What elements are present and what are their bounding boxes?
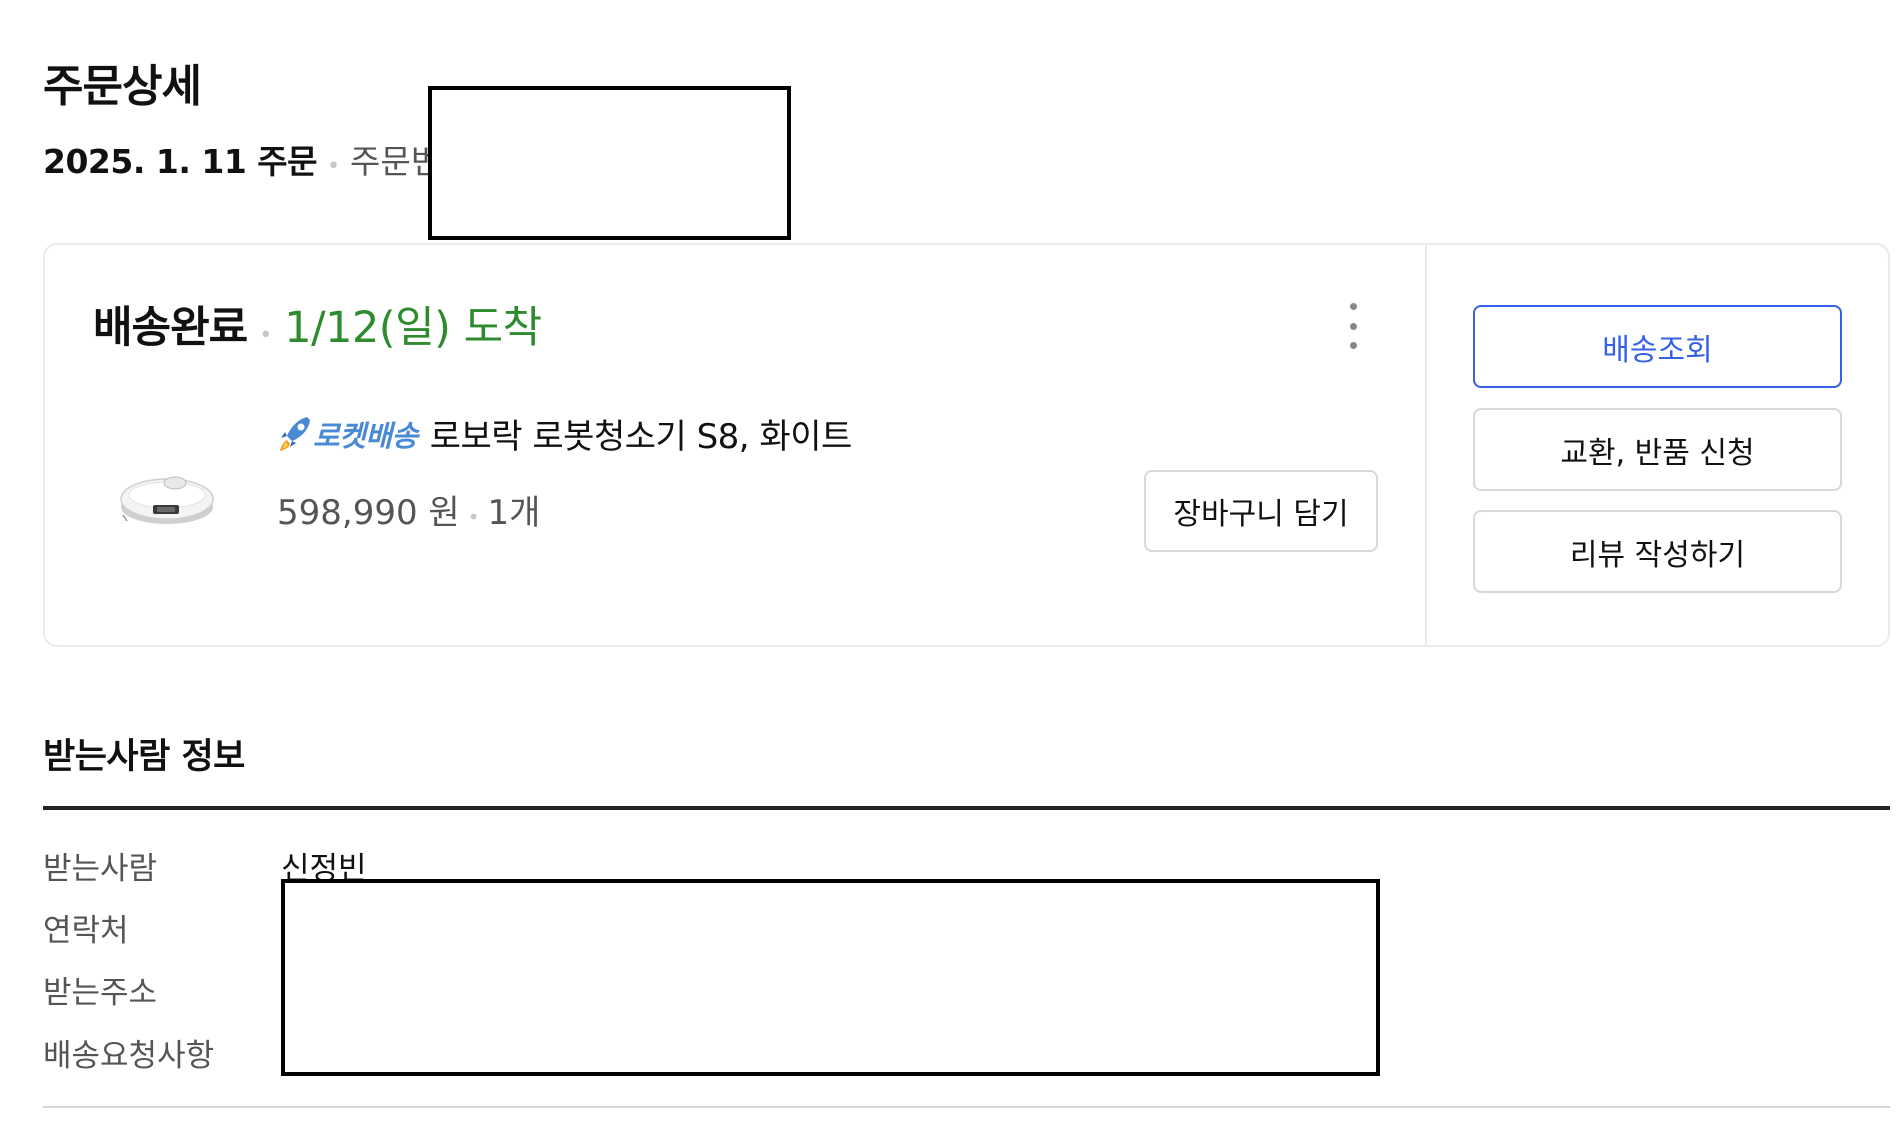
section-divider	[43, 806, 1890, 810]
exchange-return-button[interactable]: 교환, 반품 신청	[1473, 408, 1842, 491]
recipient-name-label: 받는사람	[43, 851, 158, 887]
delivery-request-label: 배송요청사항	[43, 1038, 215, 1074]
product-price-line: 598,990 원 • 1개	[277, 485, 540, 534]
recipient-phone-row: 연락처	[43, 905, 281, 950]
product-thumbnail[interactable]	[117, 455, 217, 535]
more-dot	[1349, 342, 1357, 349]
arrival-date: 1/12(일) 도착	[284, 303, 542, 353]
redacted-order-number	[428, 86, 791, 240]
rocket-delivery-label: 로켓배송	[313, 418, 418, 453]
recipient-section-title: 받는사람 정보	[43, 737, 245, 777]
more-dot	[1349, 322, 1357, 330]
delivery-status: 배송완료	[93, 303, 248, 353]
product-price: 598,990 원	[277, 493, 460, 533]
write-review-button[interactable]: 리뷰 작성하기	[1473, 510, 1842, 593]
recipient-address-label: 받는주소	[43, 975, 158, 1011]
delivery-request-row: 배송요청사항	[43, 1030, 281, 1075]
order-detail-page: 주문상세 2025. 1. 11 주문 • 주문번호 배송완료 • 1/12(일…	[0, 0, 1902, 1132]
product-quantity: 1개	[487, 493, 541, 533]
product-name[interactable]: 로보락 로봇청소기 S8, 화이트	[430, 409, 853, 458]
recipient-phone-label: 연락처	[43, 913, 129, 949]
rocket-delivery-badge: 로켓배송	[277, 413, 418, 455]
separator-dot: •	[259, 323, 273, 348]
add-to-cart-button[interactable]: 장바구니 담기	[1144, 470, 1378, 552]
section-divider-bottom	[43, 1106, 1890, 1108]
page-title: 주문상세	[43, 61, 202, 112]
more-vertical-icon[interactable]	[1333, 303, 1373, 349]
separator-dot: •	[327, 154, 340, 179]
card-divider	[1425, 245, 1427, 645]
robot-vacuum-image	[120, 476, 214, 524]
order-meta: 2025. 1. 11 주문 • 주문번호	[43, 135, 471, 183]
redacted-recipient-details	[281, 879, 1380, 1076]
separator-dot: •	[467, 505, 480, 529]
rocket-icon	[280, 416, 310, 451]
recipient-address-row: 받는주소	[43, 967, 281, 1012]
delivery-status-line: 배송완료 • 1/12(일) 도착	[93, 293, 542, 355]
order-date: 2025. 1. 11 주문	[43, 142, 318, 181]
more-dot	[1349, 303, 1357, 310]
track-delivery-button[interactable]: 배송조회	[1473, 305, 1842, 388]
product-title-line: 로켓배송 로보락 로봇청소기 S8, 화이트	[277, 409, 852, 458]
delivery-card: 배송완료 • 1/12(일) 도착 로켓배송 로보락 로봇청소기 S8, 화이트…	[43, 243, 1890, 647]
